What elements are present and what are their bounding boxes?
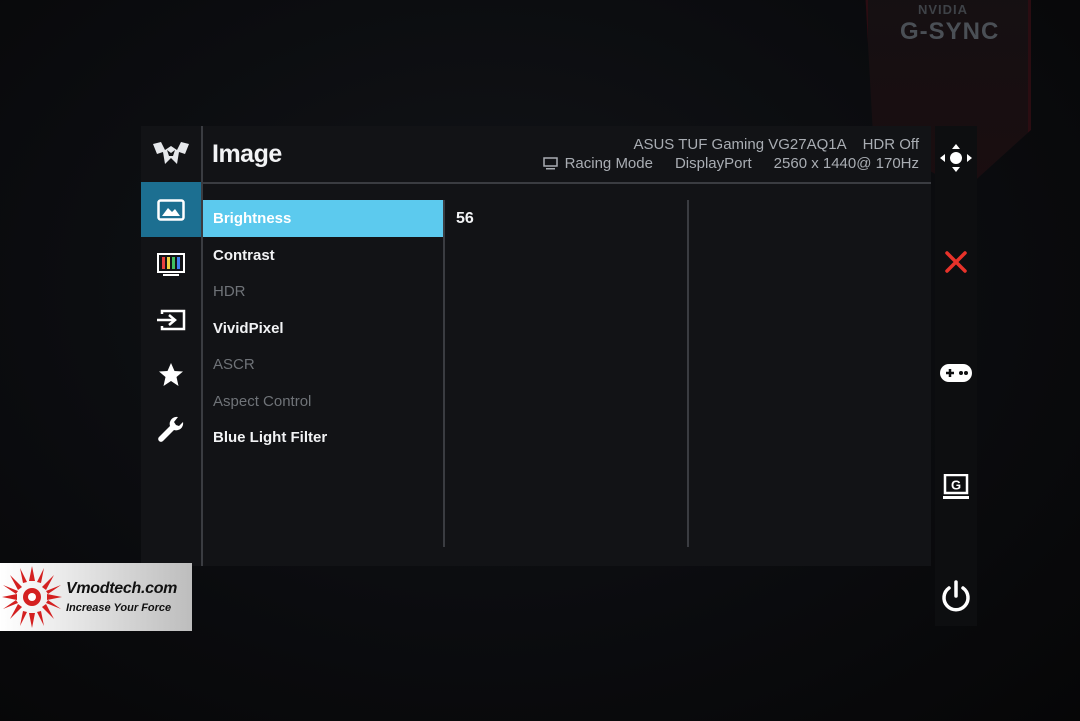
menu-item-hdr: HDR bbox=[213, 283, 246, 300]
close-icon bbox=[945, 251, 967, 273]
gamevisual-key[interactable] bbox=[935, 362, 977, 384]
gsync-brand-label: G-SYNC bbox=[900, 18, 1000, 45]
gameplus-letter: G bbox=[951, 478, 961, 493]
category-input[interactable] bbox=[141, 292, 201, 347]
column-divider bbox=[687, 200, 689, 547]
key-guide: G bbox=[935, 126, 977, 626]
watermark-slogan: Increase Your Force bbox=[66, 602, 172, 614]
column-divider bbox=[443, 200, 445, 547]
category-color[interactable] bbox=[141, 237, 201, 292]
category-system-setup[interactable] bbox=[141, 402, 201, 457]
header-divider bbox=[201, 182, 931, 184]
vmodtech-logo bbox=[2, 566, 62, 628]
gamepad-icon bbox=[940, 364, 972, 382]
tuf-gaming-logo bbox=[153, 142, 189, 164]
gameplus-key[interactable]: G bbox=[935, 474, 977, 500]
brightness-value: 56 bbox=[456, 210, 474, 227]
power-icon bbox=[942, 580, 970, 612]
osd-panel: Image ASUS TUF Gaming VG27AQ1A HDR Off R… bbox=[141, 126, 931, 566]
model-name: ASUS TUF Gaming VG27AQ1A bbox=[633, 136, 847, 153]
menu-item-brightness[interactable]: Brightness bbox=[203, 200, 443, 237]
input-select-icon bbox=[157, 309, 186, 330]
nvidia-brand-label: NVIDIA bbox=[918, 2, 969, 17]
watermark-text: Vmodtech.com Increase Your Force bbox=[64, 580, 177, 614]
monitor-icon bbox=[542, 157, 558, 170]
menu-item-vividpixel[interactable]: VividPixel bbox=[203, 310, 443, 347]
star-icon bbox=[159, 363, 183, 386]
menu-item-blue-light-filter[interactable]: Blue Light Filter bbox=[203, 419, 443, 456]
input-source: DisplayPort bbox=[674, 155, 752, 172]
vmodtech-watermark: Vmodtech.com Increase Your Force bbox=[0, 563, 192, 631]
menu-item-aspect-control: Aspect Control bbox=[213, 393, 312, 410]
menu-item-ascr: ASCR bbox=[213, 356, 255, 373]
hdr-status: HDR Off bbox=[862, 136, 919, 153]
watermark-site: Vmodtech.com bbox=[66, 580, 178, 597]
wrench-icon bbox=[158, 416, 184, 442]
page-title: Image bbox=[212, 140, 282, 168]
power-key[interactable] bbox=[935, 580, 977, 614]
mode-indicator: Racing Mode bbox=[542, 155, 653, 172]
joystick-key[interactable] bbox=[935, 144, 977, 172]
gameplus-icon: G bbox=[943, 474, 969, 499]
image-icon bbox=[157, 198, 185, 221]
game-mode: Racing Mode bbox=[564, 155, 653, 172]
color-bars-icon bbox=[157, 252, 185, 276]
signal-info: Racing Mode DisplayPort 2560 x 1440@ 170… bbox=[542, 155, 919, 172]
category-image[interactable] bbox=[141, 182, 201, 237]
category-myfavorite[interactable] bbox=[141, 347, 201, 402]
joystick-icon bbox=[940, 144, 972, 172]
close-key[interactable] bbox=[935, 250, 977, 274]
monitor-info: ASUS TUF Gaming VG27AQ1A HDR Off bbox=[633, 136, 919, 153]
menu-item-contrast[interactable]: Contrast bbox=[203, 237, 443, 274]
resolution: 2560 x 1440@ 170Hz bbox=[773, 155, 919, 172]
